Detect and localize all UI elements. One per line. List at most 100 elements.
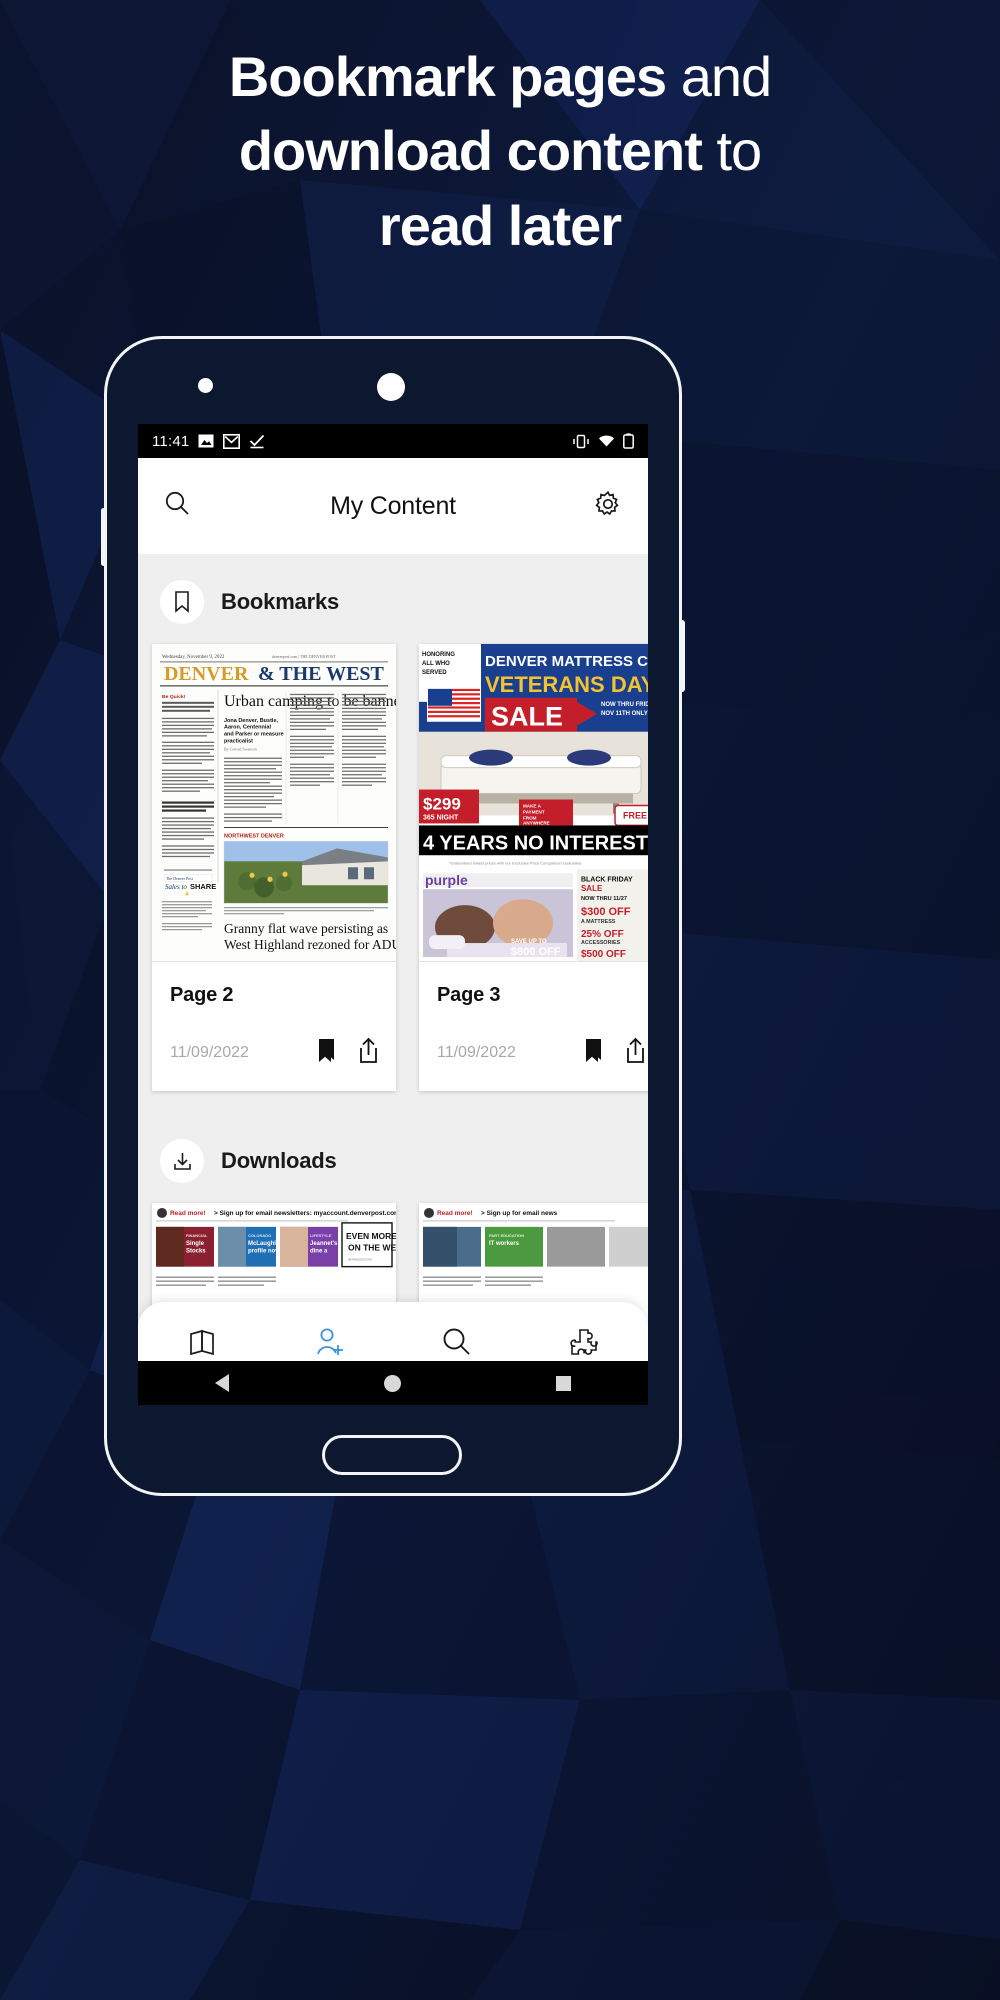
card-bookmark-button[interactable] <box>316 1038 337 1069</box>
card-thumbnail-page2: Wednesday, November 9, 2022 denverpost.c… <box>152 644 396 962</box>
card-date: 11/09/2022 <box>437 1044 516 1061</box>
svg-text:LIFESTYLE: LIFESTYLE <box>310 1233 332 1238</box>
svg-text:ACCESSORIES: ACCESSORIES <box>581 940 621 946</box>
svg-text:By Conrad Swanson: By Conrad Swanson <box>224 747 257 752</box>
svg-text:ON THE WEB: ON THE WEB <box>348 1243 396 1253</box>
bookmark-card[interactable]: HONORING ALL WHO SERVED DENVER MATTRESS … <box>419 644 648 1091</box>
status-bar: 11:41 <box>138 424 648 458</box>
phone-home-indicator <box>322 1435 462 1475</box>
promo-headline: Bookmark pages and download content to r… <box>0 40 1000 263</box>
svg-text:VETERANS DAY: VETERANS DAY <box>485 672 648 697</box>
svg-text:SHARE: SHARE <box>190 882 216 891</box>
svg-text:ANYWHERE: ANYWHERE <box>523 820 550 825</box>
svg-text:denverpost.com | THE DENVER: denverpost.com | THE DENVER POST <box>272 654 336 659</box>
phone-screen: 11:41 My Content Bookmarks Wednesday, No… <box>138 424 648 1404</box>
svg-text:DENVER MATTRESS CO.: DENVER MATTRESS CO. <box>485 653 648 670</box>
camera-sensor-icon <box>198 378 213 393</box>
svg-text:Sales to: Sales to <box>165 883 187 891</box>
svg-text:Jona Denver, Bustle,: Jona Denver, Bustle, <box>224 718 279 724</box>
svg-text:$299: $299 <box>423 795 461 814</box>
svg-text:NORTHWEST DENVER: NORTHWEST DENVER <box>224 833 284 839</box>
svg-text:25% OFF: 25% OFF <box>581 929 624 940</box>
svg-text:NOW THRU 11/27: NOW THRU 11/27 <box>581 896 627 902</box>
bookmark-card[interactable]: Wednesday, November 9, 2022 denverpost.c… <box>152 644 396 1091</box>
share-icon <box>627 1037 644 1063</box>
svg-text:Granny flat wave persisting as: Granny flat wave persisting as <box>224 921 388 936</box>
svg-text:SALE: SALE <box>491 702 563 732</box>
recents-square-icon[interactable] <box>555 1375 571 1391</box>
svg-text:Be Quick!: Be Quick! <box>162 694 186 700</box>
svg-text:The Denver Post: The Denver Post <box>166 876 194 881</box>
svg-text:A MATTRESS: A MATTRESS <box>581 919 616 925</box>
bookmark-filled-icon <box>319 1038 334 1062</box>
card-bookmark-button[interactable] <box>583 1038 604 1069</box>
app-header: My Content <box>138 458 648 554</box>
svg-text:> Sign up for email newsletter: > Sign up for email newsletters: myaccou… <box>214 1210 396 1217</box>
svg-text:Stocks: Stocks <box>186 1249 206 1255</box>
front-camera-icon <box>377 373 405 401</box>
svg-text:HONORING: HONORING <box>422 652 455 658</box>
svg-text:$800 OFF: $800 OFF <box>511 946 561 958</box>
bookmarks-card-row: Wednesday, November 9, 2022 denverpost.c… <box>138 644 648 1091</box>
section-title-downloads: Downloads <box>221 1148 337 1173</box>
svg-text:COLORADO: COLORADO <box>248 1233 271 1238</box>
card-share-button[interactable] <box>357 1037 380 1069</box>
download-section-icon-wrap <box>160 1139 204 1183</box>
svg-text:Single: Single <box>186 1241 205 1247</box>
svg-text:NOW THRU FRIDAY,: NOW THRU FRIDAY, <box>601 702 648 708</box>
svg-text:SAVE UP TO: SAVE UP TO <box>511 939 547 945</box>
svg-text:purple: purple <box>425 872 468 888</box>
svg-text:DENVER: DENVER <box>164 663 249 685</box>
phone-side-button-left <box>101 508 106 566</box>
paper-icon <box>189 1329 214 1355</box>
card-footer: 11/09/2022 <box>152 1007 396 1091</box>
home-circle-icon[interactable] <box>383 1374 401 1392</box>
svg-text:*Guaranteed lowest prices with: *Guaranteed lowest prices with our Exclu… <box>449 860 582 865</box>
image-icon <box>198 434 214 448</box>
svg-text:Read more!: Read more! <box>170 1210 206 1217</box>
card-thumbnail-page3: HONORING ALL WHO SERVED DENVER MATTRESS … <box>419 644 648 962</box>
card-date: 11/09/2022 <box>170 1044 249 1061</box>
svg-text:MAKE A: MAKE A <box>523 803 542 808</box>
settings-button[interactable] <box>594 490 622 523</box>
svg-text:dine a: dine a <box>310 1249 328 1255</box>
vibrate-icon <box>573 434 589 448</box>
svg-text:ALL WHO: ALL WHO <box>422 661 450 667</box>
svg-text:and Parker or measure: and Parker or measure <box>224 732 284 738</box>
svg-text:& THE WEST: & THE WEST <box>258 663 384 685</box>
svg-text:SERVED: SERVED <box>422 670 447 676</box>
checkmark-icon <box>250 434 265 448</box>
puzzle-icon <box>570 1328 599 1355</box>
svg-text:EVEN MORE: EVEN MORE <box>346 1231 396 1241</box>
svg-text:profile nov: profile nov <box>248 1249 279 1255</box>
headline-bold-1: Bookmark pages <box>228 45 667 108</box>
svg-text:$500 OFF: $500 OFF <box>581 949 626 960</box>
search-button[interactable] <box>164 490 191 522</box>
svg-text:> Sign up for email news: > Sign up for email news <box>481 1210 558 1217</box>
share-icon <box>360 1037 377 1063</box>
card-title: Page 2 <box>170 984 234 1006</box>
card-share-button[interactable] <box>624 1037 647 1069</box>
svg-text:$300 OFF: $300 OFF <box>581 906 631 918</box>
svg-text:SALE: SALE <box>581 884 602 893</box>
bookmark-section-icon-wrap <box>160 580 204 624</box>
search-icon <box>165 491 189 515</box>
svg-text:Read more!: Read more! <box>437 1210 473 1217</box>
section-header-downloads: Downloads <box>138 1113 648 1203</box>
page-title: My Content <box>330 491 456 520</box>
svg-text:Wednesday, November 9, 2022: Wednesday, November 9, 2022 <box>162 655 225 660</box>
headline-bold-3: read later <box>378 193 622 257</box>
gmail-icon <box>223 433 241 449</box>
svg-text:NOV 11TH ONLY!: NOV 11TH ONLY! <box>601 711 648 717</box>
svg-text:FREE: FREE <box>623 810 647 820</box>
wifi-icon <box>599 435 614 447</box>
svg-text:PAYMENT: PAYMENT <box>523 809 545 814</box>
section-header-bookmarks: Bookmarks <box>138 554 648 644</box>
status-bar-time: 11:41 <box>152 432 190 450</box>
content-scroll-area[interactable]: Bookmarks Wednesday, November 9, 2022 de… <box>138 554 648 1404</box>
svg-text:365 NIGHT: 365 NIGHT <box>423 814 459 821</box>
section-title-bookmarks: Bookmarks <box>221 589 340 614</box>
svg-text:IT workers: IT workers <box>489 1241 520 1247</box>
headline-bold-2: download content <box>238 119 703 183</box>
back-triangle-icon[interactable] <box>215 1374 230 1392</box>
